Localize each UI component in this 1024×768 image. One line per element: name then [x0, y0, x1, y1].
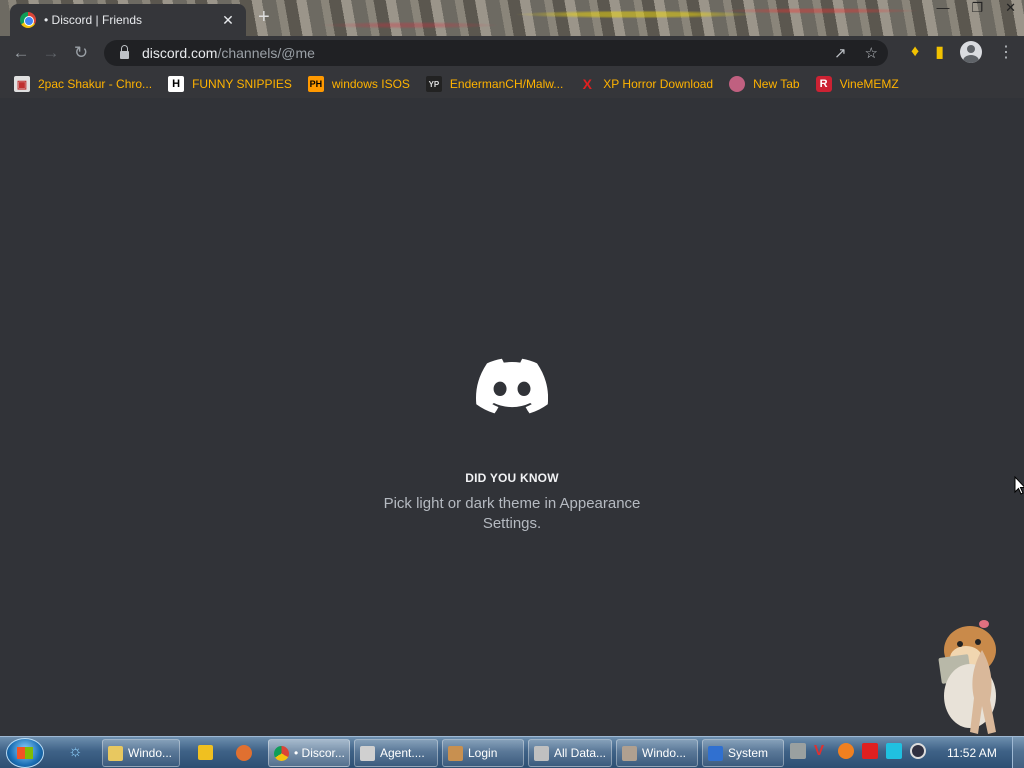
document-icon	[534, 745, 549, 761]
browser-tabstrip: • Discord | Friends ✕ + — ❐ ✕	[0, 0, 1024, 36]
task-chrome-discord[interactable]: • Discor...	[268, 739, 350, 767]
task-label: Login	[468, 746, 498, 760]
hamster-mascot-image	[938, 620, 996, 734]
lock-icon[interactable]	[120, 45, 129, 59]
address-bar[interactable]: discord.com/channels/@me ↗ ☆	[104, 40, 888, 66]
url-host: discord.com	[142, 45, 218, 61]
bookmark-star-icon[interactable]: ☆	[865, 44, 878, 62]
chrome-icon	[274, 745, 289, 761]
bookmark-vinememz[interactable]: R VineMEMZ	[815, 76, 899, 92]
network-icon[interactable]	[790, 743, 806, 759]
bookmark-favicon-icon: ▣	[14, 76, 30, 92]
task-label: Windo...	[128, 746, 173, 760]
task-system[interactable]: System	[702, 739, 784, 767]
discord-logo-icon	[476, 358, 548, 414]
task-label: All Data...	[554, 746, 607, 760]
h-logo-icon: H	[168, 76, 185, 92]
user-icon	[448, 745, 463, 761]
new-tab-button[interactable]: +	[258, 6, 270, 29]
task-label: Windo...	[642, 746, 687, 760]
forward-arrow-icon[interactable]: →	[36, 43, 66, 63]
minimize-button[interactable]: —	[936, 0, 949, 16]
explorer-folder-icon	[108, 745, 123, 761]
bookmark-funny-snippies[interactable]: H FUNNY SNIPPIES	[168, 76, 292, 92]
bookmark-new-tab[interactable]: New Tab	[729, 76, 800, 92]
r-logo-icon: R	[815, 76, 832, 92]
bookmark-label: windows ISOS	[331, 77, 410, 91]
task-label: Agent....	[380, 746, 425, 760]
reload-icon[interactable]: ↻	[66, 43, 96, 63]
system-icon	[708, 745, 723, 761]
task-login[interactable]: Login	[442, 739, 524, 767]
start-orb-button[interactable]	[6, 738, 44, 768]
share-icon[interactable]: ↗	[834, 44, 847, 62]
close-window-button[interactable]: ✕	[1005, 0, 1016, 16]
bookmark-windows-isos[interactable]: PH windows ISOS	[307, 76, 410, 92]
yp-logo-icon: YP	[425, 76, 442, 92]
bookmark-label: VineMEMZ	[839, 77, 899, 91]
bookmark-label: 2pac Shakur - Chro...	[38, 77, 153, 91]
back-arrow-icon[interactable]: ←	[6, 43, 36, 63]
media-player-icon[interactable]	[198, 745, 213, 760]
window-controls: — ❐ ✕	[936, 0, 1016, 16]
bookmark-2pac[interactable]: ▣ 2pac Shakur - Chro...	[14, 76, 152, 92]
browser-toolbar: ← → ↻ discord.com/channels/@me ↗ ☆ ♦ ▮ ⋮	[0, 36, 1024, 70]
task-agent[interactable]: Agent....	[354, 739, 438, 767]
bookmark-label: New Tab	[753, 77, 800, 91]
bookmark-label: EndermanCH/Malw...	[449, 77, 564, 91]
mouse-cursor-icon	[1014, 476, 1024, 495]
bookmark-xp-horror[interactable]: X XP Horror Download	[579, 76, 714, 92]
tools-icon	[622, 745, 637, 761]
bookmark-label: FUNNY SNIPPIES	[192, 77, 292, 91]
bookmarks-bar: ▣ 2pac Shakur - Chro... H FUNNY SNIPPIES…	[0, 70, 1024, 98]
windows-taskbar: ☼ Windo... • Discor... Agent.... Login A…	[0, 736, 1024, 768]
search-magnifier-icon[interactable]	[838, 743, 854, 759]
paint-icon[interactable]	[236, 745, 252, 761]
task-windows-tools[interactable]: Windo...	[616, 739, 698, 767]
flag-icon[interactable]	[862, 743, 878, 759]
discord-loading-screen: DID YOU KNOW Pick light or dark theme in…	[0, 98, 1024, 736]
v-logo-icon[interactable]: V	[814, 743, 830, 759]
extensions-puzzle-icon[interactable]: ♦	[911, 43, 919, 61]
internet-explorer-icon[interactable]: ☼	[68, 743, 83, 761]
bookmark-endermanch[interactable]: YP EndermanCH/Malw...	[425, 76, 564, 92]
task-windows-explorer[interactable]: Windo...	[102, 739, 180, 767]
tab-close-icon[interactable]: ✕	[220, 12, 236, 29]
tab-discord-friends[interactable]: • Discord | Friends ✕	[10, 4, 246, 36]
side-panel-icon[interactable]: ▮	[935, 42, 944, 62]
kebab-menu-icon[interactable]: ⋮	[998, 42, 1014, 62]
system-tray: V	[790, 743, 926, 759]
globe-icon	[729, 76, 746, 92]
tab-title: • Discord | Friends	[44, 13, 143, 27]
chrome-favicon-icon	[20, 12, 36, 28]
monitor-icon[interactable]	[886, 743, 902, 759]
show-desktop-button[interactable]	[1012, 737, 1024, 768]
volume-icon[interactable]	[910, 743, 926, 759]
window-icon	[360, 745, 375, 761]
restore-button[interactable]: ❐	[971, 0, 983, 16]
x-logo-icon: X	[582, 76, 592, 92]
tip-text: Pick light or dark theme in Appearance S…	[383, 495, 641, 532]
taskbar-clock[interactable]: 11:52 AM	[947, 746, 997, 760]
ph-logo-icon: PH	[307, 76, 324, 92]
task-label: System	[728, 746, 769, 760]
bookmark-label: XP Horror Download	[603, 77, 714, 91]
tip-heading: DID YOU KNOW	[465, 471, 559, 485]
task-all-data[interactable]: All Data...	[528, 739, 612, 767]
url-path: /channels/@me	[217, 45, 315, 61]
task-label: • Discor...	[294, 746, 345, 760]
profile-avatar-icon[interactable]	[960, 41, 982, 63]
